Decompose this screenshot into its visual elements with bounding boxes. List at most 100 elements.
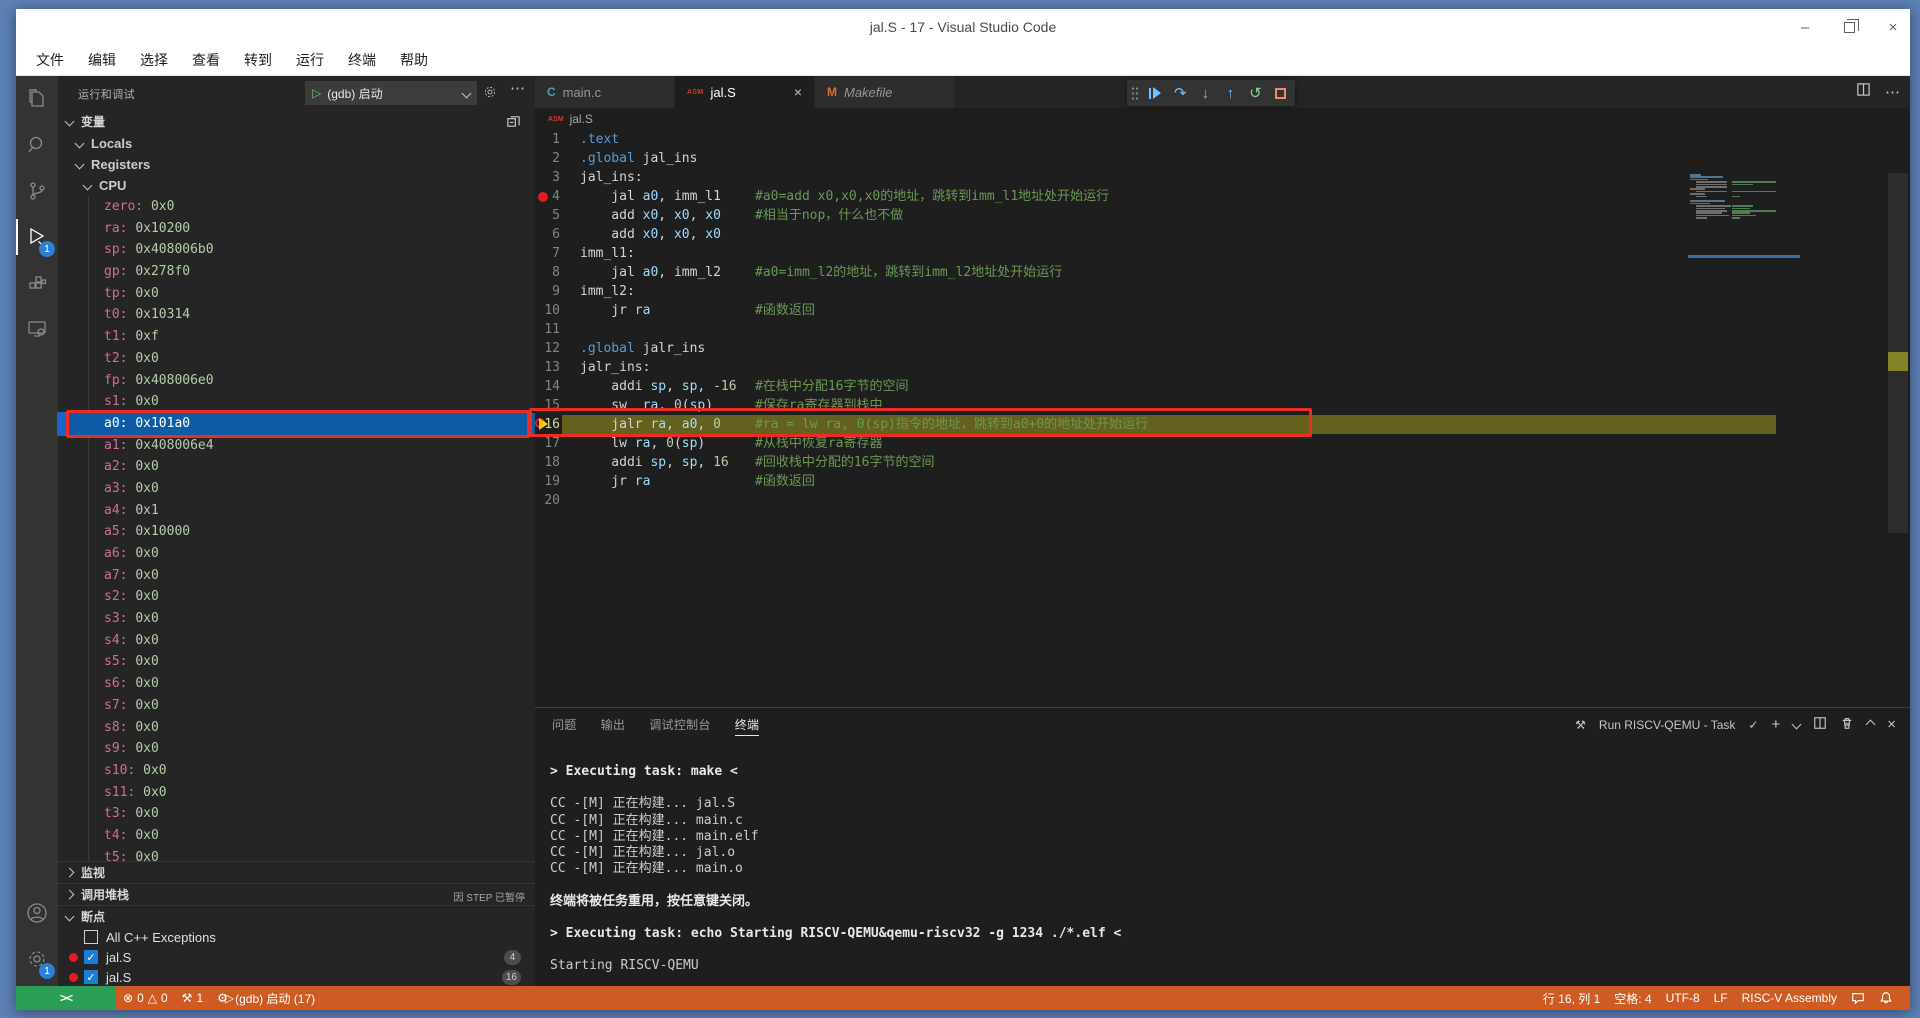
register-s1[interactable]: s1: 0x0	[58, 391, 535, 413]
sidebar-item-source-control[interactable]	[16, 168, 58, 214]
register-tp[interactable]: tp: 0x0	[58, 283, 535, 305]
sidebar-item-extensions[interactable]	[16, 260, 58, 306]
remote-indicator[interactable]: ><	[16, 986, 116, 1010]
maximize-panel-icon[interactable]	[1866, 720, 1876, 730]
menu-查看[interactable]: 查看	[180, 50, 232, 70]
code-line-11[interactable]: 11	[535, 320, 1910, 339]
code-line-17[interactable]: 17 lw ra, 0(sp)#从栈中恢复ra寄存器	[535, 434, 1910, 453]
minimap[interactable]	[1688, 174, 1778, 314]
sidebar-item-search[interactable]	[16, 122, 58, 168]
register-a4[interactable]: a4: 0x1	[58, 500, 535, 522]
panel-tab-终端[interactable]: 终端	[735, 708, 760, 741]
code-line-13[interactable]: 13jalr_ins:	[535, 358, 1910, 377]
menu-转到[interactable]: 转到	[232, 50, 284, 70]
code-line-16[interactable]: 16 jalr ra, a0, 0#ra = lw ra, 0(sp)指令的地址…	[535, 415, 1910, 434]
code-line-18[interactable]: 18 addi sp, sp, 16#回收栈中分配的16字节的空间	[535, 453, 1910, 472]
breakpoint-dot-icon[interactable]	[538, 192, 548, 202]
indentation[interactable]: 空格: 4	[1607, 986, 1658, 1010]
language-mode[interactable]: RISC-V Assembly	[1735, 986, 1844, 1010]
section-variables[interactable]: 变量	[58, 110, 535, 132]
encoding[interactable]: UTF-8	[1659, 986, 1707, 1010]
sidebar-item-explorer[interactable]	[16, 76, 58, 122]
panel-tab-问题[interactable]: 问题	[552, 708, 577, 741]
terminal-task-label[interactable]: Run RISCV-QEMU - Task	[1599, 718, 1735, 732]
sidebar-item-run-debug[interactable]: 1	[16, 214, 58, 260]
register-s7[interactable]: s7: 0x0	[58, 695, 535, 717]
breakpoint-row[interactable]: ✓jal.S16	[58, 967, 535, 986]
split-terminal-icon[interactable]	[1813, 716, 1827, 733]
split-editor-icon[interactable]	[1856, 82, 1871, 102]
terminal-dropdown-icon[interactable]	[1792, 720, 1802, 730]
close-panel-icon[interactable]: ×	[1887, 716, 1896, 733]
notifications-bell-icon[interactable]	[1872, 986, 1900, 1010]
register-s4[interactable]: s4: 0x0	[58, 630, 535, 652]
tab-Makefile[interactable]: MMakefile	[815, 76, 955, 108]
debug-session-status[interactable]: ⚙▷ (gdb) 启动 (17)	[210, 986, 322, 1010]
collapse-all-icon[interactable]	[506, 114, 521, 132]
register-zero[interactable]: zero: 0x0	[58, 196, 535, 218]
code-line-12[interactable]: 12.global jalr_ins	[535, 339, 1910, 358]
register-s3[interactable]: s3: 0x0	[58, 608, 535, 630]
code-line-15[interactable]: 15 sw ra, 0(sp)#保存ra寄存器到栈中	[535, 396, 1910, 415]
debug-settings-gear[interactable]	[482, 84, 498, 103]
register-t5[interactable]: t5: 0x0	[58, 847, 535, 861]
register-a2[interactable]: a2: 0x0	[58, 456, 535, 478]
code-line-1[interactable]: 1.text	[535, 130, 1910, 149]
terminal-output[interactable]: > Executing task: make < CC -[M] 正在构建...…	[550, 764, 1890, 986]
scope-registers[interactable]: Registers	[58, 154, 535, 175]
step-into-button[interactable]: ↓	[1195, 82, 1216, 104]
menu-文件[interactable]: 文件	[24, 50, 76, 70]
section-breakpoints[interactable]: 断点	[58, 905, 535, 927]
accounts-button[interactable]	[16, 890, 58, 936]
close-button[interactable]: ×	[1884, 18, 1902, 36]
cursor-position[interactable]: 行 16, 列 1	[1536, 986, 1607, 1010]
panel-tab-输出[interactable]: 输出	[601, 708, 626, 741]
register-s8[interactable]: s8: 0x0	[58, 717, 535, 739]
register-sp[interactable]: sp: 0x408006b0	[58, 239, 535, 261]
register-s5[interactable]: s5: 0x0	[58, 651, 535, 673]
register-t2[interactable]: t2: 0x0	[58, 348, 535, 370]
code-line-20[interactable]: 20	[535, 491, 1910, 510]
step-over-button[interactable]: ↷	[1170, 82, 1191, 104]
drag-grip-icon[interactable]	[1131, 86, 1139, 100]
code-line-2[interactable]: 2.global jal_ins	[535, 149, 1910, 168]
register-s6[interactable]: s6: 0x0	[58, 673, 535, 695]
close-tab-icon[interactable]: ×	[794, 84, 802, 100]
tab-main.c[interactable]: Cmain.c	[535, 76, 675, 108]
eol[interactable]: LF	[1707, 986, 1735, 1010]
new-terminal-button[interactable]: +	[1771, 716, 1780, 733]
breakpoint-checkbox[interactable]	[84, 930, 98, 944]
minimize-button[interactable]: –	[1796, 18, 1814, 36]
restart-button[interactable]: ↺	[1245, 82, 1266, 104]
menu-帮助[interactable]: 帮助	[388, 50, 440, 70]
breakpoint-row[interactable]: All C++ Exceptions	[58, 927, 535, 947]
code-line-14[interactable]: 14 addi sp, sp, -16#在栈中分配16字节的空间	[535, 377, 1910, 396]
register-a5[interactable]: a5: 0x10000	[58, 521, 535, 543]
section-callstack[interactable]: 调用堆栈 因 STEP 已暂停	[58, 883, 535, 905]
register-t3[interactable]: t3: 0x0	[58, 803, 535, 825]
register-t0[interactable]: t0: 0x10314	[58, 304, 535, 326]
panel-tab-调试控制台[interactable]: 调试控制台	[649, 708, 711, 741]
register-a0[interactable]: a0: 0x101a0	[58, 413, 535, 435]
scope-locals[interactable]: Locals	[58, 133, 535, 154]
register-a1[interactable]: a1: 0x408006e4	[58, 435, 535, 457]
breakpoint-checkbox[interactable]: ✓	[84, 950, 98, 964]
menu-选择[interactable]: 选择	[128, 50, 180, 70]
register-s11[interactable]: s11: 0x0	[58, 782, 535, 804]
continue-button[interactable]	[1145, 82, 1166, 104]
register-s9[interactable]: s9: 0x0	[58, 738, 535, 760]
more-actions-icon[interactable]: ⋯	[510, 79, 526, 97]
register-t1[interactable]: t1: 0xf	[58, 326, 535, 348]
launch-config-dropdown[interactable]: ▷ (gdb) 启动	[305, 81, 477, 105]
register-fp[interactable]: fp: 0x408006e0	[58, 370, 535, 392]
code-line-19[interactable]: 19 jr ra#函数返回	[535, 472, 1910, 491]
menu-终端[interactable]: 终端	[336, 50, 388, 70]
sidebar-item-remote-explorer[interactable]	[16, 306, 58, 352]
tab-jal.S[interactable]: ASMjal.S×	[675, 76, 815, 108]
section-watch[interactable]: 监视	[58, 861, 535, 883]
breadcrumb[interactable]: ASM jal.S	[535, 108, 1910, 130]
kill-terminal-icon[interactable]	[1840, 716, 1854, 733]
register-s10[interactable]: s10: 0x0	[58, 760, 535, 782]
register-a3[interactable]: a3: 0x0	[58, 478, 535, 500]
breakpoint-row[interactable]: ✓jal.S4	[58, 947, 535, 967]
